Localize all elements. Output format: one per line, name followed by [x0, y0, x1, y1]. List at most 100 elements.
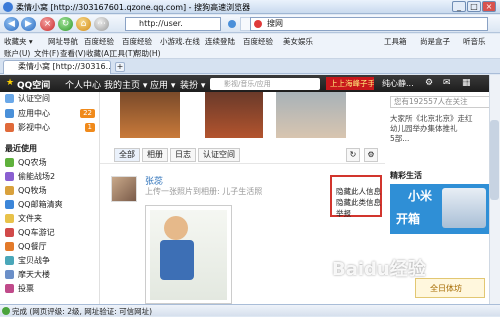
- app-center-icon: [5, 109, 14, 118]
- fav-item[interactable]: 网址导航: [48, 36, 78, 47]
- post-options-dropdown: 隐藏此人信息 隐藏此类信息 举报: [330, 175, 382, 219]
- recent-item[interactable]: 偷能战场2: [0, 170, 100, 183]
- photo-strip: [100, 92, 385, 139]
- fav-item[interactable]: 百度经验: [122, 36, 152, 47]
- ad-banner[interactable]: 小米 开箱: [390, 184, 492, 234]
- recent-item[interactable]: 投票: [0, 282, 100, 295]
- recent-item-label: QQ牧场: [18, 186, 47, 195]
- close-button[interactable]: ×: [482, 1, 496, 12]
- menu-bar: 账户(U) 文件(F) 查看(V) 收藏(A) 工具(T) 帮助(H): [0, 47, 500, 59]
- sidebar-item-video-center[interactable]: 影视中心 1: [0, 121, 100, 134]
- report-item[interactable]: 举报: [336, 208, 351, 219]
- back-icon[interactable]: ◀: [4, 17, 19, 31]
- car-icon: [5, 228, 14, 237]
- promo-banner[interactable]: 上上海峰子手: [326, 77, 374, 90]
- filter-auth-space[interactable]: 认证空间: [198, 148, 240, 162]
- small-ad[interactable]: 全日体坊: [415, 278, 485, 298]
- folder-icon: [5, 214, 14, 223]
- sidebar-item-label: 认证空间: [18, 94, 50, 103]
- maximize-button[interactable]: □: [467, 1, 481, 12]
- mail-icon[interactable]: ✉: [443, 78, 451, 88]
- favorites-bar: 收藏夹 ▾ 网址导航 百度经验 百度经验 小游戏.在线 连续登陆 百度经验 美女…: [0, 34, 500, 47]
- hide-person-item[interactable]: 隐藏此人信息: [336, 186, 381, 197]
- go-icon[interactable]: [228, 20, 236, 28]
- photo-thumb[interactable]: [205, 92, 263, 138]
- qzone-logo[interactable]: QQ空间: [17, 78, 50, 91]
- menu-favorites[interactable]: 收藏(A): [86, 48, 112, 59]
- photo-thumb[interactable]: [120, 92, 180, 138]
- tab-active[interactable]: 柔情小窝 [http://30316...: [3, 60, 111, 74]
- menu-help[interactable]: 帮助(H): [134, 48, 161, 59]
- filter-album[interactable]: 相册: [142, 148, 168, 162]
- hide-type-item[interactable]: 隐藏此类信息: [336, 197, 381, 208]
- nav-apps[interactable]: 应用 ▾: [150, 78, 175, 91]
- sidebar-item-auth-space[interactable]: 认证空间: [0, 92, 100, 105]
- grid-icon[interactable]: ▦: [462, 78, 471, 88]
- recent-item[interactable]: QQ邮箱清爽: [0, 198, 100, 211]
- music-button[interactable]: 听音乐: [463, 36, 486, 47]
- recent-item[interactable]: QQ农场: [0, 156, 100, 169]
- fav-item[interactable]: 收藏夹 ▾: [4, 36, 33, 47]
- qzone-search-input[interactable]: 影视/音乐/应用: [210, 78, 320, 90]
- video-center-icon: [5, 123, 14, 132]
- recent-item[interactable]: 文件夹: [0, 212, 100, 225]
- photo-thumb[interactable]: [276, 92, 346, 138]
- search-engine-icon[interactable]: [254, 20, 262, 28]
- filter-blog[interactable]: 日志: [170, 148, 196, 162]
- forward-icon[interactable]: ▶: [21, 17, 36, 31]
- status-bar: 完成 (网页评级: 2级, 网址验证: 可信网址): [0, 304, 500, 316]
- news-item[interactable]: 5部...: [390, 134, 473, 144]
- sidebar-item-app-center[interactable]: 应用中心 22: [0, 107, 100, 120]
- filter-all[interactable]: 全部: [114, 148, 140, 162]
- status-text: 完成 (网页评级: 2级, 网址验证: 可信网址): [12, 307, 153, 316]
- stop-icon[interactable]: ×: [40, 17, 55, 31]
- sidebar: 认证空间 应用中心 22 影视中心 1 最近使用 QQ农场 偷能战场2 QQ牧场…: [0, 92, 100, 304]
- new-tab-button[interactable]: +: [115, 62, 125, 72]
- nav-my-home[interactable]: 我的主页 ▾: [104, 78, 147, 91]
- menu-file[interactable]: 文件(F): [34, 48, 59, 59]
- qzone-star-icon: ★: [6, 78, 15, 88]
- fav-item[interactable]: 小游戏.在线: [160, 36, 200, 47]
- nav-personal-center[interactable]: 个人中心: [65, 78, 101, 91]
- farm-icon: [5, 158, 14, 167]
- recent-item-label: 文件夹: [18, 214, 42, 223]
- box-button[interactable]: 尚是盒子: [420, 36, 450, 47]
- fav-item[interactable]: 美女娱乐: [283, 36, 313, 47]
- watermark: Baidu经验: [332, 259, 426, 280]
- recent-item-label: 偷能战场2: [18, 172, 56, 181]
- recent-item[interactable]: QQ车游记: [0, 226, 100, 239]
- settings-icon[interactable]: ⚙: [425, 78, 433, 88]
- recent-item[interactable]: QQ牧场: [0, 184, 100, 197]
- address-row: ◀ ▶ × ↻ ⌂ ⋯ http://user. 收藏 搜网: [0, 15, 500, 33]
- fav-item[interactable]: 百度经验: [243, 36, 273, 47]
- post-photo[interactable]: [145, 205, 232, 304]
- feed-settings-icon[interactable]: ⚙: [364, 148, 378, 162]
- home-icon[interactable]: ⌂: [76, 17, 91, 31]
- count-badge: 1: [84, 123, 95, 132]
- history-icon[interactable]: ⋯: [94, 17, 109, 31]
- refresh-icon[interactable]: ↻: [58, 17, 73, 31]
- menu-account[interactable]: 账户(U): [4, 48, 30, 59]
- url-input[interactable]: http://user.: [125, 17, 221, 31]
- recommend-title: 精彩生活: [390, 171, 422, 180]
- qzone-nav-bar: ★ QQ空间 个人中心 我的主页 ▾ 应用 ▾ 装扮 ▾ 影视/音乐/应用 上上…: [0, 75, 496, 92]
- news-item[interactable]: 幼儿园举办集体推礼: [390, 124, 473, 134]
- menu-view[interactable]: 查看(V): [60, 48, 86, 59]
- nav-decorate[interactable]: 装扮 ▾: [180, 78, 205, 91]
- recent-item[interactable]: 宝贝战争: [0, 254, 100, 267]
- fav-item[interactable]: 百度经验: [84, 36, 114, 47]
- search-input[interactable]: 搜网: [250, 17, 488, 31]
- mail-app-icon: [5, 200, 14, 209]
- recent-item[interactable]: QQ餐厅: [0, 240, 100, 253]
- avatar[interactable]: [111, 176, 137, 202]
- small-ad-label: 全日体坊: [430, 284, 462, 293]
- menu-tools[interactable]: 工具(T): [110, 48, 135, 59]
- toolbox-button[interactable]: 工具箱: [384, 36, 407, 47]
- minimize-button[interactable]: _: [452, 1, 466, 12]
- recent-item[interactable]: 摩天大楼: [0, 268, 100, 281]
- refresh-feed-icon[interactable]: ↻: [346, 148, 360, 162]
- news-item[interactable]: 大家所《北京北京》走红: [390, 114, 473, 124]
- fav-item[interactable]: 连续登陆: [205, 36, 235, 47]
- scrollbar-thumb[interactable]: [490, 120, 499, 200]
- user-name[interactable]: 纯心静...: [382, 78, 414, 89]
